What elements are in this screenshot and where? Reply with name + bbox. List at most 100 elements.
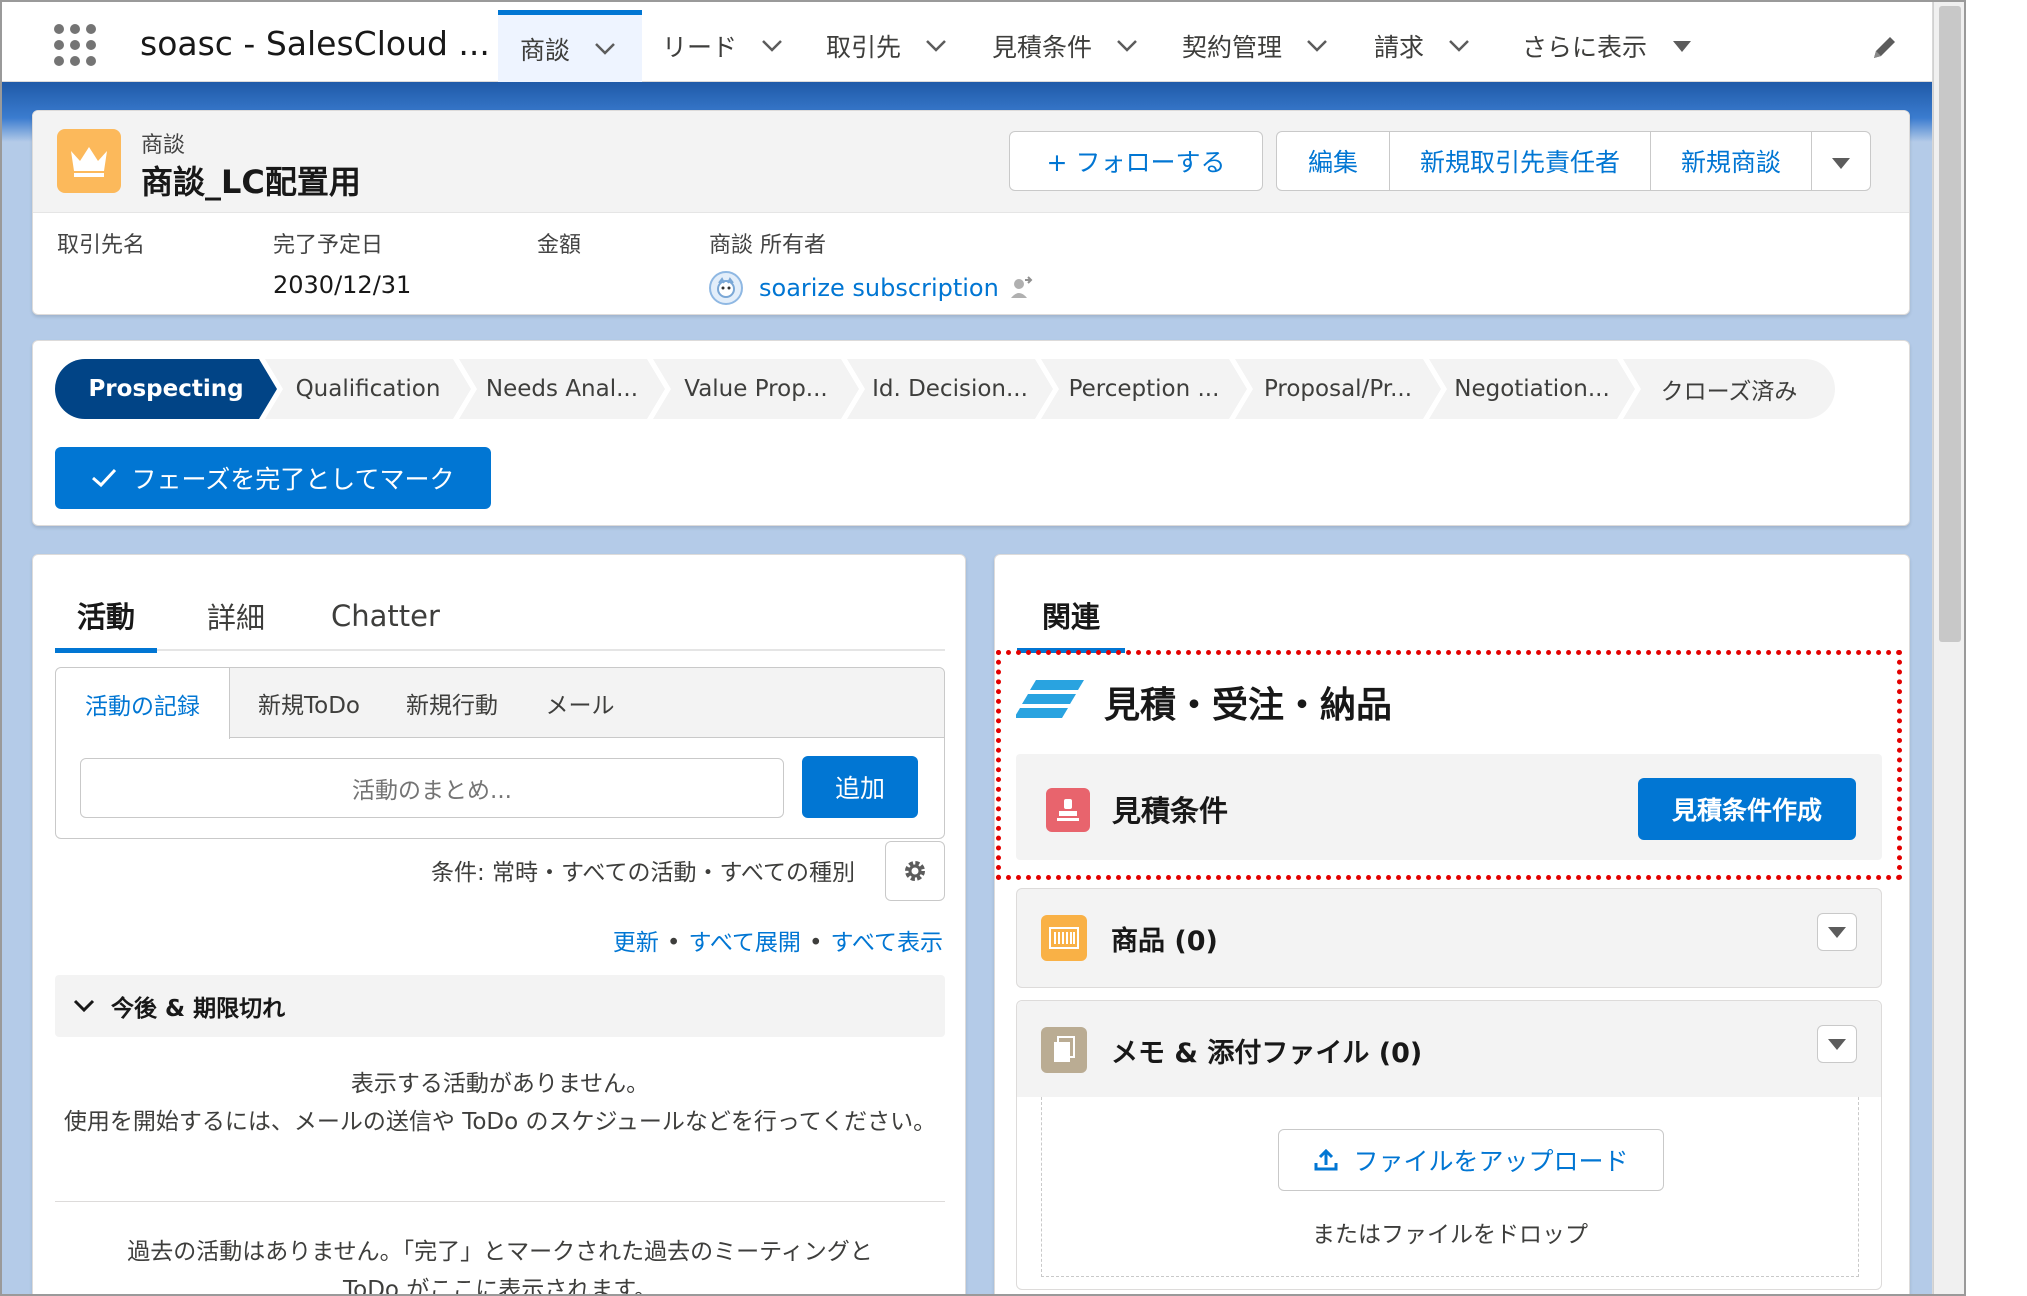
subtab-email[interactable]: メール [516, 668, 644, 738]
activity-composer: 活動の記録 新規ToDo 新規行動 メール 活動のまとめ... 追加 [55, 667, 945, 839]
path-stage-value-proposition[interactable]: Value Prop... [653, 359, 859, 419]
path-stage-label: Needs Anal... [485, 376, 639, 402]
expand-all-link[interactable]: すべて展開 [688, 930, 800, 956]
more-actions-button[interactable] [1811, 131, 1871, 191]
path-stage-label: Perception ... [1068, 376, 1220, 402]
chevron-down-icon[interactable] [1114, 33, 1140, 59]
caret-down-icon [1831, 147, 1851, 176]
chevron-down-icon[interactable] [923, 33, 949, 59]
nav-item-billing[interactable]: 請求 [1374, 10, 1472, 82]
field-label: 完了予定日 [273, 233, 384, 258]
path-stage-prospecting[interactable]: Prospecting [55, 359, 277, 419]
path-stage-label: Value Prop... [684, 376, 828, 402]
change-owner-icon[interactable] [1009, 276, 1033, 300]
notes-attachments-title[interactable]: メモ & 添付ファイル (0) [1111, 1031, 1422, 1070]
chevron-down-icon [73, 999, 95, 1013]
mark-stage-complete-button[interactable]: フェーズを完了としてマーク [55, 447, 491, 509]
activity-summary-input[interactable]: 活動のまとめ... [80, 758, 784, 818]
quote-order-delivery-title: 見積・受注・納品 [1104, 685, 1393, 726]
create-quote-button[interactable]: 見積条件作成 [1638, 778, 1856, 840]
notes-menu-button[interactable] [1817, 1025, 1857, 1063]
scrollbar-thumb[interactable] [1939, 6, 1961, 642]
activity-filter-text: 条件: 常時・すべての活動・すべての種別 [430, 860, 855, 886]
field-label: 取引先名 [57, 233, 146, 258]
quote-order-delivery-logo-icon [1014, 678, 1086, 720]
path-stage-negotiation[interactable]: Negotiation... [1429, 359, 1635, 419]
activity-links: 更新 • すべて展開 • すべて表示 [613, 923, 943, 957]
notes-header: メモ & 添付ファイル (0) [1017, 1001, 1881, 1097]
path-stage-needs-analysis[interactable]: Needs Anal... [459, 359, 665, 419]
chevron-down-icon[interactable] [759, 33, 785, 59]
subtab-log-activity[interactable]: 活動の記録 [56, 668, 230, 739]
opportunity-crown-icon [57, 129, 121, 193]
nav-item-quote[interactable]: 見積条件 [992, 10, 1140, 82]
path-stage-closed[interactable]: クローズ済み [1623, 359, 1835, 419]
quote-icon [1046, 788, 1090, 832]
view-all-link[interactable]: すべて表示 [831, 930, 943, 956]
products-title[interactable]: 商品 (0) [1111, 919, 1218, 958]
app-name: soasc - SalesCloud ... [140, 24, 490, 63]
refresh-link[interactable]: 更新 [613, 930, 659, 956]
tab-details[interactable]: 詳細 [185, 581, 287, 651]
upload-files-label: ファイルをアップロード [1353, 1147, 1629, 1176]
path-stage-label: Negotiation... [1454, 376, 1610, 402]
no-activities-line1: 表示する活動がありません。 [350, 1071, 650, 1097]
caret-down-icon[interactable] [1669, 33, 1695, 59]
follow-button[interactable]: + フォローする [1009, 131, 1263, 191]
subtab-new-event[interactable]: 新規行動 [388, 668, 516, 738]
nav-item-label: 見積条件 [992, 33, 1093, 62]
nav-item-contract[interactable]: 契約管理 [1182, 10, 1330, 82]
subtab-new-task[interactable]: 新規ToDo [230, 668, 388, 738]
related-list-notes-attachments: メモ & 添付ファイル (0) ファイルをアップロード またはファイルをドロップ [1016, 1000, 1882, 1290]
vertical-scrollbar[interactable] [1932, 2, 1964, 1294]
new-contact-button[interactable]: 新規取引先責任者 [1389, 131, 1651, 191]
quote-section-title: 見積条件 [1112, 794, 1229, 828]
nav-item-label: リード [662, 33, 738, 62]
upcoming-overdue-section[interactable]: 今後 & 期限切れ [55, 975, 945, 1037]
nav-item-account[interactable]: 取引先 [826, 10, 949, 82]
path-stage-proposal[interactable]: Proposal/Pr... [1235, 359, 1441, 419]
nav-item-label: 取引先 [826, 33, 902, 62]
path-stage-perception[interactable]: Perception ... [1041, 359, 1247, 419]
nav-item-more[interactable]: さらに表示 [1522, 10, 1695, 82]
filter-settings-button[interactable] [885, 841, 945, 901]
nav-item-label: 請求 [1374, 33, 1425, 62]
tab-activity[interactable]: 活動 [55, 581, 158, 653]
owner-link[interactable]: soarize subscription [759, 274, 999, 302]
record-title-bar: 商談 商談_LC配置用 + フォローする 編集 新規取引先責任者 新規商談 [33, 111, 1909, 213]
nav-item-label: 商談 [520, 35, 571, 65]
nav-item-lead[interactable]: リード [662, 10, 785, 82]
separator-dot: • [666, 930, 681, 956]
edit-button[interactable]: 編集 [1276, 131, 1390, 191]
past-line1: 過去の活動はありません。「完了」とマークされた過去のミーティングと [127, 1239, 873, 1265]
path-stage-id-decision-makers[interactable]: Id. Decision... [847, 359, 1053, 419]
chevron-down-icon[interactable] [592, 36, 618, 62]
tab-related[interactable]: 関連 [1017, 581, 1125, 653]
products-menu-button[interactable] [1817, 913, 1857, 951]
edit-nav-pencil-icon[interactable] [1870, 32, 1900, 62]
owner-value: soarize subscription [709, 271, 1033, 305]
activity-subtabs: 活動の記録 新規ToDo 新規行動 メール [56, 668, 944, 739]
highlights-fields: 取引先名 完了予定日 2030/12/31 金額 商談 所有者 soarize … [33, 213, 1909, 316]
path-stage-label: Id. Decision... [872, 376, 1028, 402]
field-owner: 商談 所有者 soarize subscription [709, 227, 1033, 305]
past-line2: ToDo がここに表示されます。 [342, 1277, 657, 1296]
gear-icon [905, 861, 925, 881]
add-activity-button[interactable]: 追加 [802, 756, 918, 818]
chevron-down-icon[interactable] [1446, 33, 1472, 59]
activity-tabs: 活動 詳細 Chatter [55, 581, 945, 653]
file-dropzone[interactable]: ファイルをアップロード またはファイルをドロップ [1041, 1097, 1859, 1277]
nav-item-opportunity[interactable]: 商談 [498, 10, 642, 82]
chevron-down-icon[interactable] [1304, 33, 1330, 59]
upcoming-overdue-label: 今後 & 期限切れ [111, 996, 286, 1022]
upload-files-button[interactable]: ファイルをアップロード [1278, 1129, 1664, 1191]
record-name: 商談_LC配置用 [141, 163, 361, 201]
activity-panel: 活動 詳細 Chatter 活動の記録 新規ToDo 新規行動 メール 活動のま… [32, 554, 966, 1296]
separator-dot: • [808, 930, 823, 956]
app-launcher-icon[interactable] [54, 24, 96, 66]
path-stages: Prospecting Qualification Needs Anal... … [55, 359, 1885, 419]
tab-chatter[interactable]: Chatter [309, 581, 462, 651]
field-label: 金額 [537, 233, 582, 258]
path-stage-qualification[interactable]: Qualification [265, 359, 471, 419]
new-opportunity-button[interactable]: 新規商談 [1650, 131, 1812, 191]
